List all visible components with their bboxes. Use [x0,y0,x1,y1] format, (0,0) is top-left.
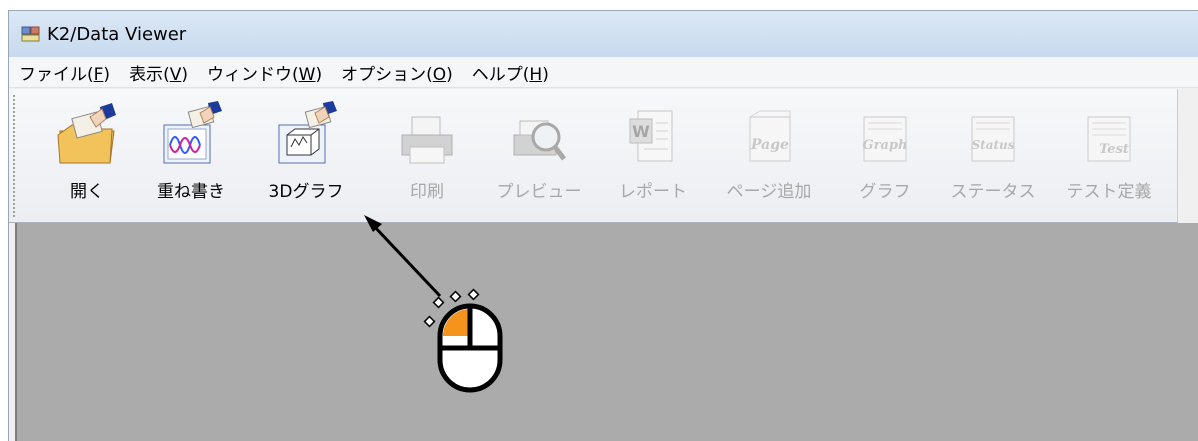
status-icon-text: Status [971,138,1014,152]
menu-window[interactable]: ウィンドウ(W) [207,60,322,85]
menu-file[interactable]: ファイル(F) [19,60,110,85]
test-definition-icon: Test [1087,116,1131,162]
menu-help[interactable]: ヘルプ(H) [472,60,549,85]
open-button[interactable]: 開く [49,89,125,219]
add-page-button[interactable]: Page ページ追加 [713,89,825,219]
print-label: 印刷 [410,182,444,202]
toolbar-grip[interactable] [13,95,19,217]
mdi-client-area[interactable] [15,223,1198,441]
status-button[interactable]: Status ステータス [935,89,1051,219]
graph-button[interactable]: Graph グラフ [845,89,925,219]
graph-icon-text: Graph [863,138,908,153]
report-document-icon: W [629,110,673,162]
menu-bar: ファイル(F) 表示(V) ウィンドウ(W) オプション(O) ヘルプ(H) [9,57,1198,88]
overlay-label: 重ね書き [157,182,225,202]
toolbar: 開く 重ね書き 3Dグラフ 印刷 プレビュー W レポート Page ページ追加… [9,89,1178,223]
title-bar: K2/Data Viewer [9,11,1198,57]
graph-icon: Graph [863,116,908,162]
app-window: K2/Data Viewer ファイル(F) 表示(V) ウィンドウ(W) オプ… [8,10,1198,441]
add-page-label: ページ追加 [726,182,812,202]
preview-magnifier-icon [513,120,566,161]
status-icon: Status [971,116,1015,162]
print-button[interactable]: 印刷 [389,89,465,219]
preview-button[interactable]: プレビュー [485,89,593,219]
status-label: ステータス [950,182,1036,202]
add-page-icon-text: Page [750,137,789,153]
graph-3d-button[interactable]: 3Dグラフ [263,89,349,219]
open-label: 開く [70,182,104,202]
report-label: レポート [619,182,687,202]
printer-icon [401,116,453,164]
open-folder-icon [57,103,116,164]
overlay-graph-icon [163,101,222,164]
window-title: K2/Data Viewer [47,23,187,45]
menu-view[interactable]: 表示(V) [129,60,188,85]
report-button[interactable]: W レポート [605,89,701,219]
graph-3d-icon [278,101,337,164]
add-page-icon: Page [749,110,791,162]
graph-3d-label: 3Dグラフ [268,182,344,202]
graph-label: グラフ [859,182,911,202]
overlay-button[interactable]: 重ね書き [149,89,233,219]
menu-option[interactable]: オプション(O) [341,60,453,85]
app-logo-icon [21,25,41,43]
report-icon-letter: W [632,122,650,141]
test-icon-text: Test [1099,142,1129,157]
preview-label: プレビュー [496,182,582,202]
test-definition-label: テスト定義 [1066,182,1152,202]
test-definition-button[interactable]: Test テスト定義 [1059,89,1159,219]
